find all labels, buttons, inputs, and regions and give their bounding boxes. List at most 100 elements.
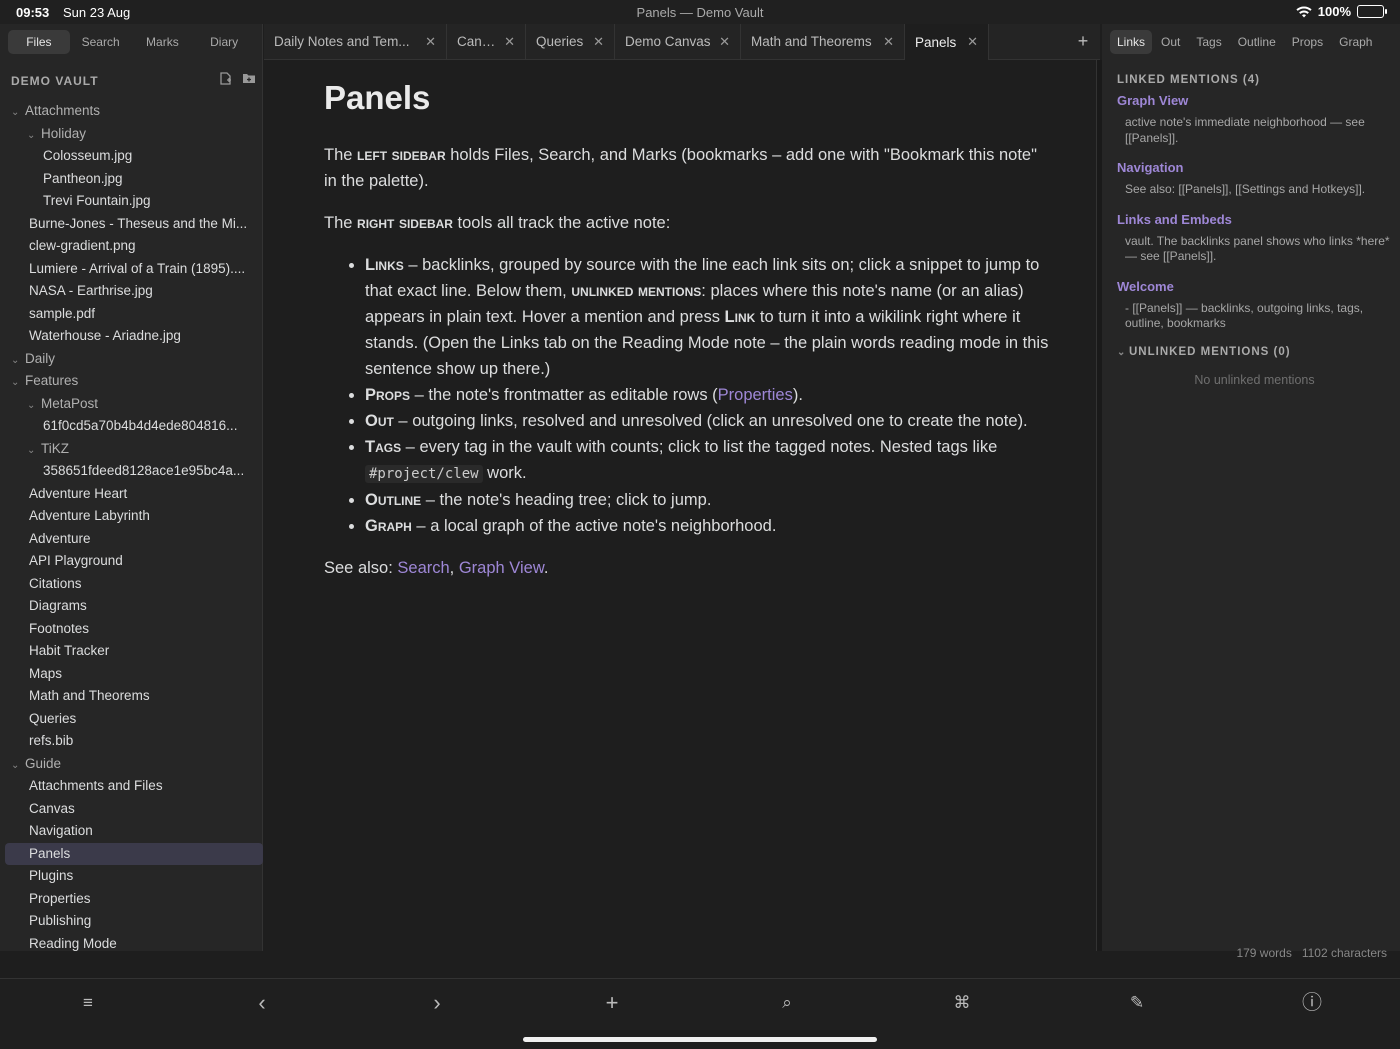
close-icon[interactable]: ✕ xyxy=(883,34,894,50)
file-item[interactable]: Citations xyxy=(5,573,263,596)
unlinked-mentions-heading[interactable]: ⌄ UNLINKED MENTIONS (0) xyxy=(1117,346,1392,358)
new-folder-icon[interactable] xyxy=(242,72,256,88)
file-item[interactable]: Plugins xyxy=(5,865,263,888)
new-tab-button[interactable]: + xyxy=(1072,30,1094,52)
menu-icon[interactable]: ≡ xyxy=(70,991,106,1015)
info-icon[interactable]: ⓘ xyxy=(1294,991,1330,1015)
file-item[interactable]: 61f0cd5a70b4b4d4ede804816... xyxy=(5,415,263,438)
link-search[interactable]: Search xyxy=(397,559,449,577)
home-indicator[interactable] xyxy=(523,1037,877,1042)
right-tab-out[interactable]: Out xyxy=(1154,30,1187,54)
file-item[interactable]: 358651fdeed8128ace1e95bc4a... xyxy=(5,460,263,483)
file-item[interactable]: NASA - Earthrise.jpg xyxy=(5,280,263,303)
tab-canvas[interactable]: Canvas ✕ xyxy=(447,24,526,59)
folder-item[interactable]: ⌄ Holiday xyxy=(5,123,263,146)
file-item[interactable]: Panels xyxy=(5,842,263,865)
close-icon[interactable]: ✕ xyxy=(719,34,730,50)
file-tree-label: Adventure Labyrinth xyxy=(29,508,150,523)
right-tab-graph[interactable]: Graph xyxy=(1332,30,1379,54)
folder-item[interactable]: ⌄ MetaPost xyxy=(5,393,263,416)
file-tree-label: Adventure xyxy=(29,530,91,546)
file-item[interactable]: Reading Mode xyxy=(5,933,263,956)
command-palette-icon[interactable]: ⌘ xyxy=(944,991,980,1015)
new-note-icon[interactable] xyxy=(219,72,232,88)
file-item[interactable]: Colosseum.jpg xyxy=(5,145,263,168)
file-item[interactable]: sample.pdf xyxy=(5,303,263,326)
folder-item[interactable]: ⌄ Attachments xyxy=(5,100,263,123)
right-tab-outline[interactable]: Outline xyxy=(1231,30,1283,54)
linked-mention-source[interactable]: Links and Embeds xyxy=(1117,212,1392,227)
linked-mention-snippet[interactable]: See also: [[Panels]], [[Settings and Hot… xyxy=(1117,182,1392,198)
file-item[interactable]: Waterhouse - Ariadne.jpg xyxy=(5,325,263,348)
new-note-button-icon[interactable]: + xyxy=(594,991,630,1015)
file-item[interactable]: Attachments and Files xyxy=(5,775,263,798)
tab-label: Canvas xyxy=(457,34,497,49)
paragraph-right-sidebar: The right sidebar tools all track the ac… xyxy=(324,214,671,232)
tab-label: Daily Notes and Tem... xyxy=(274,34,410,49)
forward-icon[interactable]: › xyxy=(419,991,455,1015)
file-item[interactable]: Pantheon.jpg xyxy=(5,168,263,191)
note-title: Panels xyxy=(324,79,431,116)
left-tab-files[interactable]: Files xyxy=(8,30,70,54)
file-item[interactable]: Adventure xyxy=(5,528,263,551)
file-item[interactable]: Canvas xyxy=(5,798,263,821)
note-content[interactable]: Panels The left sidebar holds Files, Sea… xyxy=(324,76,1054,597)
link-graph-view[interactable]: Graph View xyxy=(459,559,544,577)
file-tree-label: Habit Tracker xyxy=(29,643,110,658)
file-tree-label: TiKZ xyxy=(41,440,69,456)
file-item[interactable]: Lumiere - Arrival of a Train (1895).... xyxy=(5,258,263,281)
file-tree-label: Diagrams xyxy=(29,598,87,613)
close-icon[interactable]: ✕ xyxy=(425,34,436,50)
folder-item[interactable]: ⌄ TiKZ xyxy=(5,438,263,461)
left-tab-marks[interactable]: Marks xyxy=(132,30,194,54)
file-tree-label: Maps xyxy=(29,665,63,681)
tab-queries[interactable]: Queries ✕ xyxy=(526,24,615,59)
linked-mention-snippet[interactable]: vault. The backlinks panel shows who lin… xyxy=(1117,234,1392,265)
file-item[interactable]: refs.bib xyxy=(5,730,263,753)
search-icon[interactable]: ⌕ xyxy=(769,991,805,1015)
linked-mention-snippet[interactable]: active note's immediate neighborhood — s… xyxy=(1117,115,1392,146)
linked-mention-snippet[interactable]: - [[Panels]] — backlinks, outgoing links… xyxy=(1117,301,1392,332)
tab-panels[interactable]: Panels ✕ xyxy=(905,24,989,60)
file-tree-label: Math and Theorems xyxy=(29,688,150,703)
file-item[interactable]: Trevi Fountain.jpg xyxy=(5,190,263,213)
file-tree-label: Footnotes xyxy=(29,620,90,636)
file-item[interactable]: Adventure Heart xyxy=(5,483,263,506)
folder-item[interactable]: ⌄ Guide xyxy=(5,753,263,776)
close-icon[interactable]: ✕ xyxy=(593,34,604,50)
file-tree-label: 358651fdeed8128ace1e95bc4a... xyxy=(43,463,245,478)
back-icon[interactable]: ‹ xyxy=(244,991,280,1015)
tab-math-and-theorems[interactable]: Math and Theorems ✕ xyxy=(741,24,905,59)
file-item[interactable]: Habit Tracker xyxy=(5,640,263,663)
file-item[interactable]: Queries xyxy=(5,708,263,731)
left-tab-diary[interactable]: Diary xyxy=(193,30,255,54)
folder-item[interactable]: ⌄ Features xyxy=(5,370,263,393)
link-properties[interactable]: Properties xyxy=(718,386,793,404)
file-item[interactable]: Navigation xyxy=(5,820,263,843)
file-item[interactable]: Maps xyxy=(5,663,263,686)
linked-mention-source[interactable]: Navigation xyxy=(1117,160,1392,175)
file-item[interactable]: Adventure Labyrinth xyxy=(5,505,263,528)
file-item[interactable]: Publishing xyxy=(5,910,263,933)
left-tab-search[interactable]: Search xyxy=(70,30,132,54)
tab-daily-notes-and-tem[interactable]: Daily Notes and Tem... ✕ xyxy=(264,24,447,59)
file-tree-label: Daily xyxy=(25,350,56,366)
file-item[interactable]: Footnotes xyxy=(5,618,263,641)
file-item[interactable]: Properties xyxy=(5,888,263,911)
close-icon[interactable]: ✕ xyxy=(967,34,978,50)
list-item-props: Props – the note's frontmatter as editab… xyxy=(365,382,1054,408)
file-item[interactable]: clew-gradient.png xyxy=(5,235,263,258)
folder-item[interactable]: ⌄ Daily xyxy=(5,348,263,371)
linked-mention-source[interactable]: Welcome xyxy=(1117,279,1392,294)
right-tab-tags[interactable]: Tags xyxy=(1189,30,1228,54)
file-item[interactable]: Burne-Jones - Theseus and the Mi... xyxy=(5,213,263,236)
tab-demo-canvas[interactable]: Demo Canvas ✕ xyxy=(615,24,741,59)
edit-icon[interactable]: ✎ xyxy=(1119,991,1155,1015)
file-item[interactable]: API Playground xyxy=(5,550,263,573)
right-tab-links[interactable]: Links xyxy=(1110,30,1153,54)
close-icon[interactable]: ✕ xyxy=(504,34,515,50)
linked-mention-source[interactable]: Graph View xyxy=(1117,93,1392,108)
file-item[interactable]: Diagrams xyxy=(5,595,263,618)
right-tab-props[interactable]: Props xyxy=(1285,30,1330,54)
file-item[interactable]: Math and Theorems xyxy=(5,685,263,708)
